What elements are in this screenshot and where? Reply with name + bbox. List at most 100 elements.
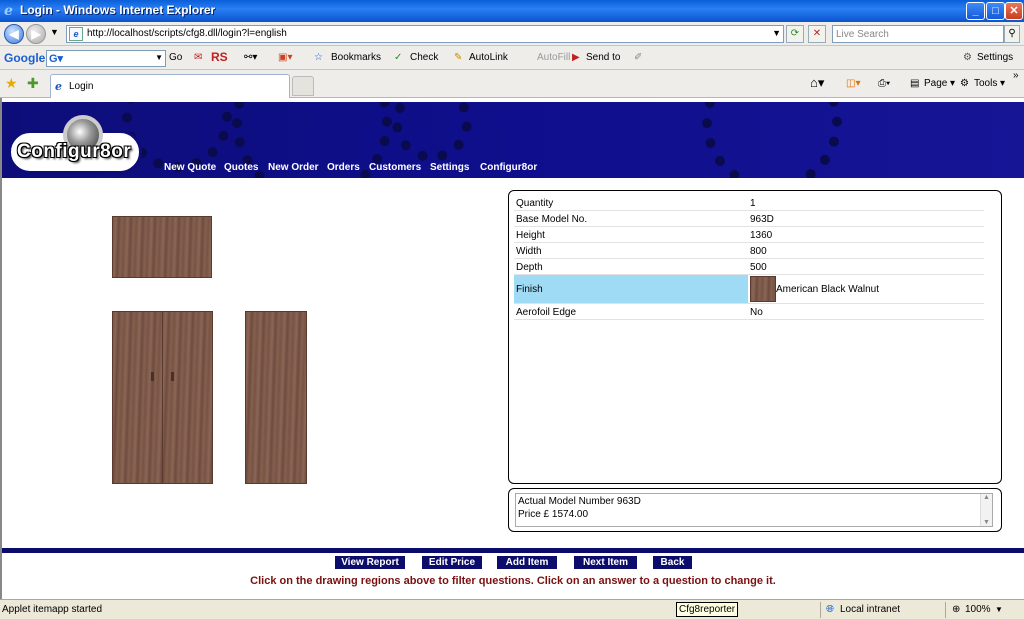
sendto-icon: ▶ [572, 52, 580, 63]
links-icon[interactable]: ⚯▾ [244, 52, 257, 63]
question-row-finish[interactable]: Finish American Black Walnut [514, 275, 984, 304]
model-number-line: Actual Model Number 963D [518, 496, 641, 507]
tools-gear-icon: ⚙ [960, 78, 969, 89]
model-info-textarea[interactable]: Actual Model Number 963D Price £ 1574.00… [515, 493, 993, 527]
drawing-region-left-door[interactable] [112, 311, 163, 484]
search-icon[interactable]: ⚲ [1004, 25, 1020, 43]
textarea-scrollbar[interactable]: ▲ ▼ [980, 494, 992, 526]
maximize-button[interactable]: □ [986, 2, 1005, 20]
sendto-button[interactable]: Send to [586, 52, 620, 63]
tools-menu[interactable]: Tools [974, 78, 997, 89]
title-bar: e Login - Windows Internet Explorer _ □ … [0, 0, 1024, 22]
next-item-button[interactable]: Next Item [574, 556, 637, 569]
question-answer[interactable]: American Black Walnut [776, 284, 879, 295]
question-row-base-model[interactable]: Base Model No. 963D [514, 211, 984, 227]
search-input[interactable]: Live Search [832, 25, 1004, 43]
chevron-more-icon[interactable]: » [1013, 70, 1019, 81]
close-button[interactable]: ✕ [1005, 2, 1023, 20]
home-icon[interactable]: ⌂▾ [810, 75, 824, 91]
questions-panel: Quantity 1 Base Model No. 963D Height 13… [508, 190, 1002, 484]
tab-label: Login [69, 81, 94, 92]
question-answer[interactable]: 500 [750, 262, 767, 273]
bookmarks-star-icon: ☆ [314, 52, 323, 63]
question-answer[interactable]: 1360 [750, 230, 772, 241]
view-report-button[interactable]: View Report [335, 556, 405, 569]
scroll-up-icon[interactable]: ▲ [983, 494, 990, 501]
drawing-region-top-panel[interactable] [112, 216, 212, 278]
autolink-button[interactable]: AutoLink [469, 52, 508, 63]
settings-button[interactable]: Settings [977, 52, 1013, 63]
stop-button[interactable]: ✕ [808, 25, 826, 43]
status-bar: Applet itemapp started 🌐︎ Local intranet… [0, 599, 1024, 619]
highlight-icon[interactable]: ✐ [634, 52, 642, 63]
zoom-icon: ⊕ [952, 604, 961, 615]
instruction-text: Click on the drawing regions above to fi… [250, 575, 776, 587]
question-row-depth[interactable]: Depth 500 [514, 259, 984, 275]
gear-decoration [702, 102, 842, 178]
nav-configur8or[interactable]: Configur8or [480, 162, 537, 173]
ie-logo-icon: e [4, 3, 13, 19]
tab-login[interactable]: e Login [50, 74, 290, 98]
feeds-icon[interactable]: ◫▾ [846, 78, 860, 89]
address-dropdown-icon[interactable]: ▼ [772, 28, 781, 38]
question-row-height[interactable]: Height 1360 [514, 227, 984, 243]
add-favorites-icon[interactable]: ✚ [27, 75, 39, 92]
zoom-level[interactable]: 100% [965, 604, 991, 615]
forward-button[interactable]: ▶ [26, 24, 46, 44]
zoom-dropdown-icon[interactable]: ▼ [995, 605, 1003, 614]
question-label: Base Model No. [516, 214, 588, 225]
bookmarks-button[interactable]: Bookmarks [331, 52, 381, 63]
address-bar[interactable]: e http://localhost/scripts/cfg8.dll/logi… [66, 25, 784, 43]
page-menu-icon: ▤ [910, 78, 920, 89]
refresh-button[interactable]: ⟳ [786, 25, 804, 43]
check-button[interactable]: Check [410, 52, 438, 63]
minimize-button[interactable]: _ [966, 2, 985, 20]
page-icon: e [69, 27, 83, 41]
question-answer[interactable]: 800 [750, 246, 767, 257]
add-item-button[interactable]: Add Item [497, 556, 557, 569]
nav-settings[interactable]: Settings [430, 162, 469, 173]
nav-customers[interactable]: Customers [369, 162, 421, 173]
question-answer[interactable]: 1 [750, 198, 756, 209]
question-label: Aerofoil Edge [516, 307, 577, 318]
question-label: Height [516, 230, 545, 241]
question-row-quantity[interactable]: Quantity 1 [514, 195, 984, 211]
tools-dropdown-icon[interactable]: ▾ [1000, 78, 1005, 89]
rs-button[interactable]: RS [211, 50, 228, 64]
google-dropdown-icon[interactable]: ▼ [155, 53, 163, 62]
nav-new-quote[interactable]: New Quote [164, 162, 216, 173]
page-dropdown-icon[interactable]: ▾ [950, 78, 955, 89]
new-tab-button[interactable] [292, 76, 314, 96]
question-answer[interactable]: No [750, 307, 763, 318]
print-icon[interactable]: ⎙▾ [878, 78, 890, 89]
nav-new-order[interactable]: New Order [268, 162, 319, 173]
gmail-icon[interactable]: ✉ [194, 52, 202, 63]
history-dropdown-icon[interactable]: ▼ [50, 27, 59, 37]
edit-price-button[interactable]: Edit Price [422, 556, 482, 569]
intranet-globe-icon: 🌐︎ [826, 604, 834, 615]
spellcheck-icon: ✓ [394, 52, 403, 63]
scroll-down-icon[interactable]: ▼ [983, 519, 990, 526]
page-content: Configur8or New Quote Quotes New Order O… [0, 98, 1024, 599]
drawing-region-right-door[interactable] [162, 311, 213, 484]
page-menu[interactable]: Page [924, 78, 947, 89]
finish-swatch-image[interactable] [750, 276, 776, 302]
nav-orders[interactable]: Orders [327, 162, 360, 173]
gear-decoration [392, 102, 472, 162]
apps-icon[interactable]: ▣▾ [278, 52, 292, 63]
question-row-aerofoil-edge[interactable]: Aerofoil Edge No [514, 304, 984, 320]
nav-quotes[interactable]: Quotes [224, 162, 258, 173]
back-button[interactable]: ◀ [4, 24, 24, 44]
google-g-icon: G▾ [49, 53, 64, 65]
autofill-button[interactable]: AutoFill [537, 52, 570, 63]
google-search-input[interactable]: G▾ ▼ [46, 50, 166, 67]
configur8or-logo[interactable]: Configur8or [8, 115, 142, 174]
model-info-box: Actual Model Number 963D Price £ 1574.00… [508, 488, 1002, 532]
favorites-star-icon[interactable]: ★ [5, 75, 18, 92]
question-label: Finish [516, 284, 543, 295]
question-row-width[interactable]: Width 800 [514, 243, 984, 259]
drawing-region-side-panel[interactable] [245, 311, 307, 484]
back-button-app[interactable]: Back [653, 556, 692, 569]
google-go-button[interactable]: Go [169, 52, 182, 63]
question-answer[interactable]: 963D [750, 214, 774, 225]
